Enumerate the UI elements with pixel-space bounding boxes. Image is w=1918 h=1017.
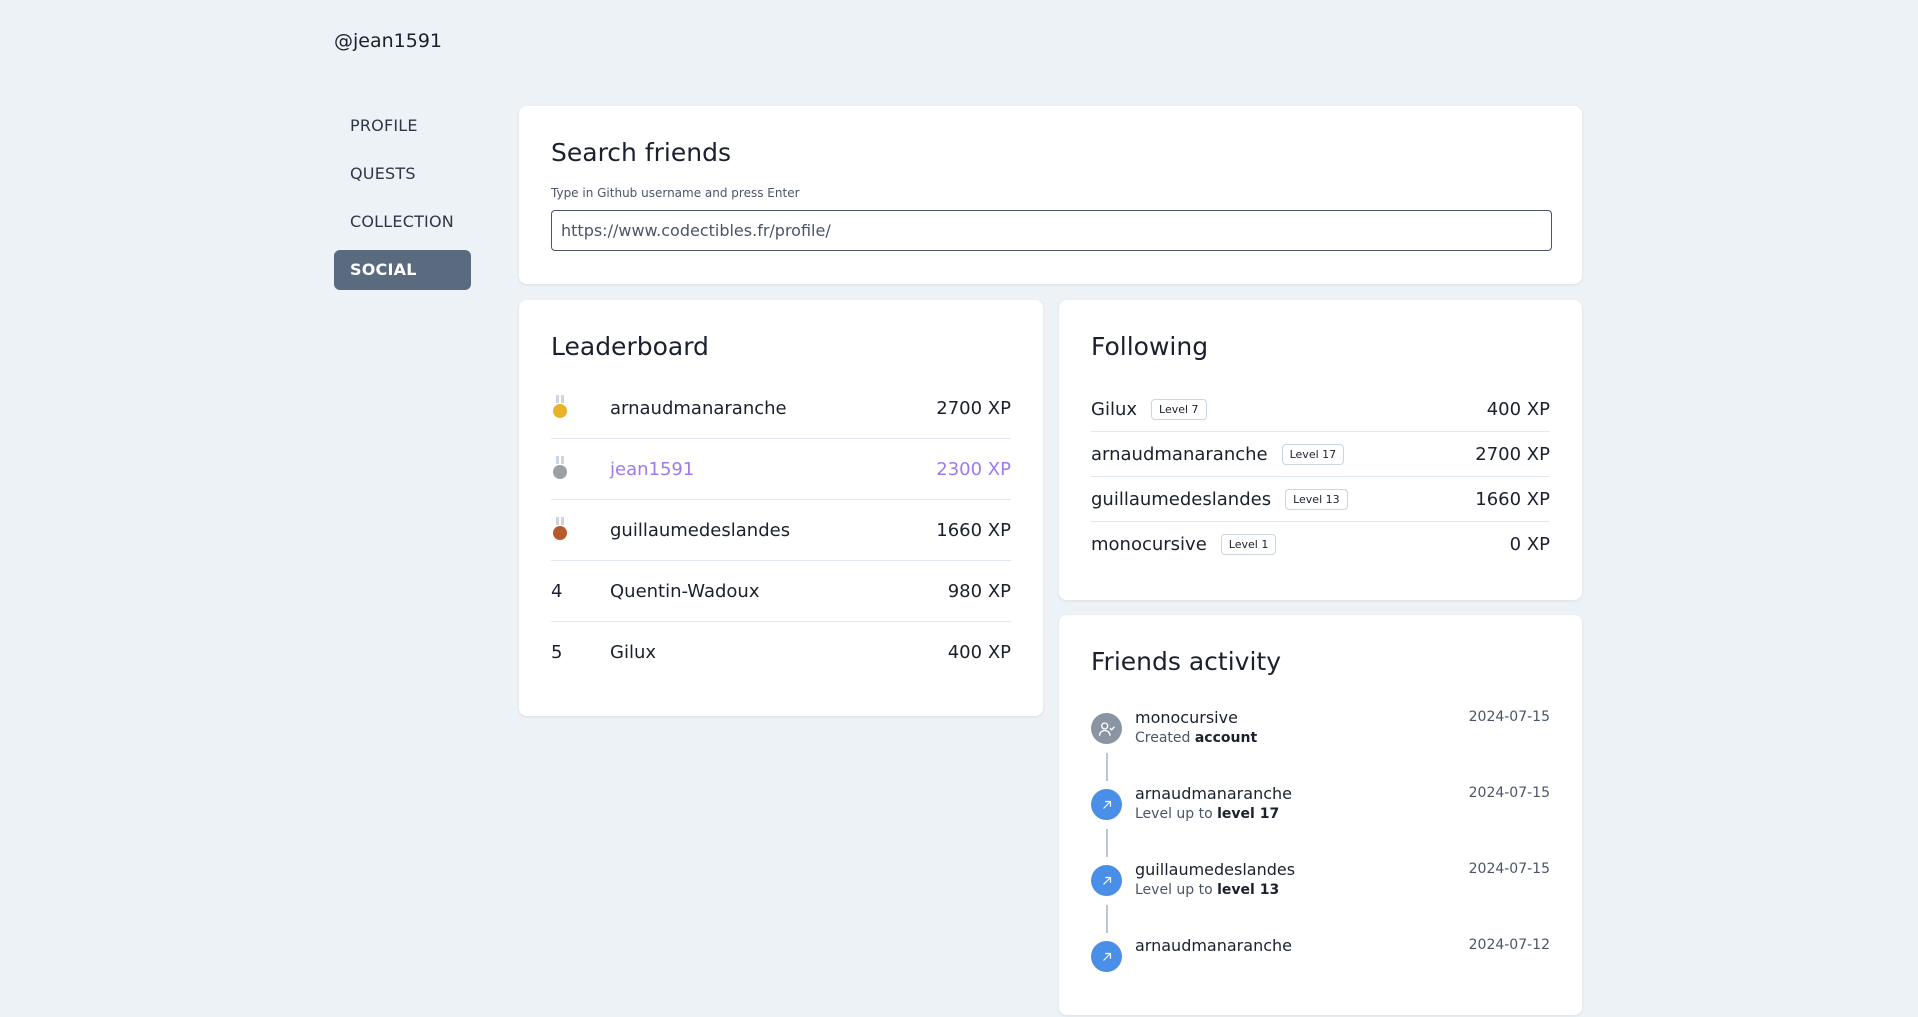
level-badge: Level 1 xyxy=(1220,533,1277,555)
leaderboard-row[interactable]: 5 Gilux 400 XP xyxy=(551,622,1011,682)
timeline-connector xyxy=(1106,753,1108,781)
arrow-up-right-icon xyxy=(1091,941,1122,972)
following-title: Following xyxy=(1091,332,1209,361)
activity-date: 2024-07-12 xyxy=(1468,937,1550,953)
rank-number: 4 xyxy=(551,580,563,602)
following-username: arnaudmanaranche xyxy=(1091,443,1268,465)
leaderboard-username: arnaudmanaranche xyxy=(610,397,787,419)
activity-date: 2024-07-15 xyxy=(1468,709,1550,725)
rank-cell xyxy=(551,395,610,418)
leaderboard-row[interactable]: 4 Quentin-Wadoux 980 XP xyxy=(551,561,1011,622)
gold-medal-icon xyxy=(553,395,567,418)
activity-description: Level up to level 17 xyxy=(1135,806,1279,822)
activity-highlight: level 17 xyxy=(1217,806,1280,822)
following-username: guillaumedeslandes xyxy=(1091,488,1272,510)
activity-description: Level up to level 13 xyxy=(1135,882,1279,898)
activity-username[interactable]: arnaudmanaranche xyxy=(1135,784,1292,803)
activity-username[interactable]: guillaumedeslandes xyxy=(1135,860,1295,879)
following-row[interactable]: monocursive Level 1 0 XP xyxy=(1091,522,1550,566)
silver-medal-icon xyxy=(553,456,567,479)
following-row[interactable]: Gilux Level 7 400 XP xyxy=(1091,387,1550,432)
following-username: monocursive xyxy=(1091,533,1207,555)
activity-item: guillaumedeslandes Level up to level 13 … xyxy=(1091,860,1550,941)
search-friends-card: Search friends Type in Github username a… xyxy=(519,106,1582,284)
rank-number: 5 xyxy=(551,641,563,663)
user-check-icon xyxy=(1091,713,1122,744)
activity-text: Level up to xyxy=(1135,806,1213,822)
leaderboard-title: Leaderboard xyxy=(551,332,709,361)
activity-item: arnaudmanaranche Level up to level 17 20… xyxy=(1091,784,1550,865)
activity-username[interactable]: arnaudmanaranche xyxy=(1135,936,1292,955)
activity-date: 2024-07-15 xyxy=(1468,861,1550,877)
following-xp: 2700 XP xyxy=(1475,443,1550,465)
leaderboard-xp: 400 XP xyxy=(947,641,1011,663)
leaderboard-xp: 980 XP xyxy=(947,580,1011,602)
activity-list: monocursive Created account 2024-07-15 a… xyxy=(1091,708,1550,1017)
following-xp: 1660 XP xyxy=(1475,488,1550,510)
friends-activity-card: Friends activity monocursive Created acc… xyxy=(1059,615,1582,1015)
following-row[interactable]: arnaudmanaranche Level 17 2700 XP xyxy=(1091,432,1550,477)
leaderboard-card: Leaderboard arnaudmanaranche 2700 XP jea… xyxy=(519,300,1043,716)
following-username: Gilux xyxy=(1091,398,1138,420)
following-row[interactable]: guillaumedeslandes Level 13 1660 XP xyxy=(1091,477,1550,522)
leaderboard-username: guillaumedeslandes xyxy=(610,519,791,541)
leaderboard-row[interactable]: arnaudmanaranche 2700 XP xyxy=(551,378,1011,439)
leaderboard-xp: 2300 XP xyxy=(936,458,1011,480)
following-xp: 400 XP xyxy=(1486,398,1550,420)
rank-cell xyxy=(551,456,610,479)
timeline-connector xyxy=(1106,905,1108,933)
level-badge: Level 7 xyxy=(1151,398,1207,420)
profile-username: @jean1591 xyxy=(334,30,443,52)
leaderboard-xp: 2700 XP xyxy=(936,397,1011,419)
activity-text: Created xyxy=(1135,730,1191,746)
arrow-up-right-icon xyxy=(1091,865,1122,896)
search-title: Search friends xyxy=(551,138,731,167)
following-list: Gilux Level 7 400 XP arnaudmanaranche Le… xyxy=(1091,387,1550,566)
leaderboard-row-current-user[interactable]: jean1591 2300 XP xyxy=(551,439,1011,500)
search-input[interactable]: https://www.codectibles.fr/profile/ xyxy=(551,210,1552,251)
activity-title: Friends activity xyxy=(1091,647,1282,676)
timeline-connector xyxy=(1106,829,1108,857)
sidebar-item-profile[interactable]: PROFILE xyxy=(334,106,471,146)
search-hint: Type in Github username and press Enter xyxy=(551,186,800,200)
following-xp: 0 XP xyxy=(1509,533,1550,555)
rank-cell xyxy=(551,517,610,540)
arrow-up-right-icon xyxy=(1091,789,1122,820)
activity-highlight: level 13 xyxy=(1217,882,1280,898)
activity-username[interactable]: monocursive xyxy=(1135,708,1238,727)
sidebar-nav: PROFILE QUESTS COLLECTION SOCIAL xyxy=(334,106,471,298)
following-card: Following Gilux Level 7 400 XP arnaudman… xyxy=(1059,300,1582,600)
level-badge: Level 17 xyxy=(1281,443,1345,465)
leaderboard-username: Gilux xyxy=(610,641,657,663)
activity-item: arnaudmanaranche 2024-07-12 xyxy=(1091,936,1550,1017)
activity-item: monocursive Created account 2024-07-15 xyxy=(1091,708,1550,789)
leaderboard-list: arnaudmanaranche 2700 XP jean1591 2300 X… xyxy=(551,378,1011,682)
leaderboard-username: Quentin-Wadoux xyxy=(610,580,760,602)
bronze-medal-icon xyxy=(553,517,567,540)
sidebar-item-social[interactable]: SOCIAL xyxy=(334,250,471,290)
leaderboard-row[interactable]: guillaumedeslandes 1660 XP xyxy=(551,500,1011,561)
leaderboard-username: jean1591 xyxy=(610,458,695,480)
sidebar-item-collection[interactable]: COLLECTION xyxy=(334,202,471,242)
leaderboard-xp: 1660 XP xyxy=(936,519,1011,541)
level-badge: Level 13 xyxy=(1285,488,1348,510)
activity-description: Created account xyxy=(1135,730,1257,746)
activity-date: 2024-07-15 xyxy=(1468,785,1550,801)
sidebar-item-quests[interactable]: QUESTS xyxy=(334,154,471,194)
activity-highlight: account xyxy=(1194,730,1258,746)
activity-text: Level up to xyxy=(1135,882,1213,898)
